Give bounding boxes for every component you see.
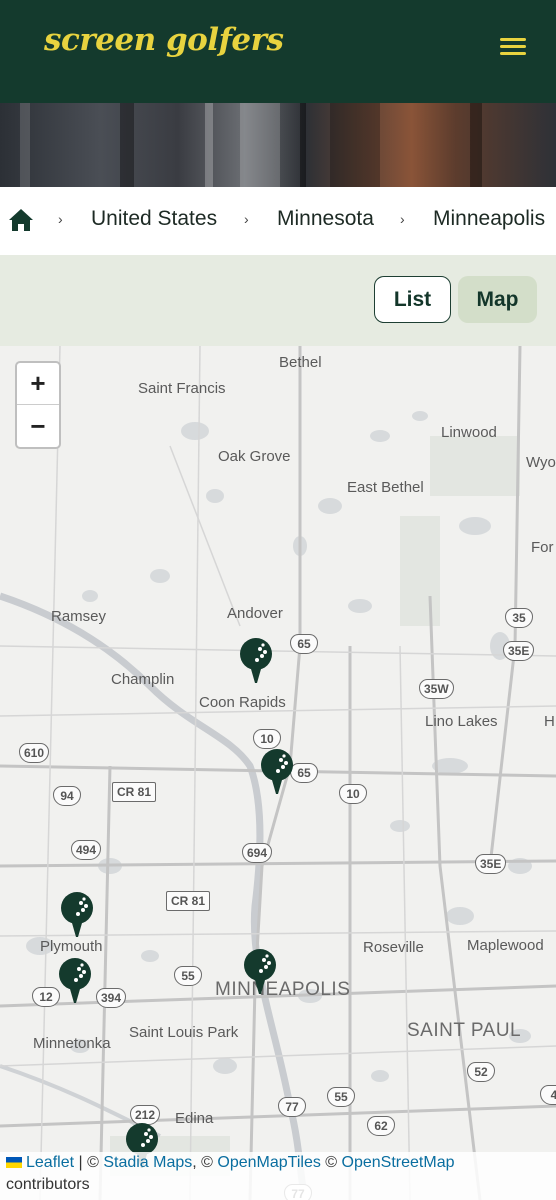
attribution-separator: | ©	[74, 1154, 104, 1171]
golf-ball-tee-icon[interactable]	[259, 749, 295, 797]
road-shield: 10	[339, 784, 367, 804]
road-shield: 55	[327, 1087, 355, 1107]
openstreetmap-link[interactable]: OpenStreetMap	[342, 1154, 455, 1171]
map-label-lino-lakes: Lino Lakes	[425, 713, 498, 730]
road-shield: 12	[32, 987, 60, 1007]
road-shield: 35	[505, 608, 533, 628]
zoom-out-button[interactable]: −	[17, 405, 59, 447]
road-shield: 52	[467, 1062, 495, 1082]
map-label-roseville: Roseville	[363, 939, 424, 956]
map-label-andover: Andover	[227, 605, 283, 622]
hamburger-menu-icon[interactable]	[500, 36, 528, 58]
map-label-coon-rapids: Coon Rapids	[199, 694, 286, 711]
map-attribution: Leaflet | © Stadia Maps, © OpenMapTiles …	[0, 1152, 556, 1200]
openmaptiles-link[interactable]: OpenMapTiles	[217, 1154, 320, 1171]
road-shield: 77	[278, 1097, 306, 1117]
breadcrumb-separator: ›	[400, 211, 405, 227]
map-zoom-control: + −	[15, 361, 61, 449]
road-shield: 212	[130, 1105, 161, 1125]
map-label-saint-francis: Saint Francis	[138, 380, 226, 397]
zoom-in-button[interactable]: +	[17, 363, 59, 405]
road-shield: 65	[290, 634, 318, 654]
breadcrumb-separator: ›	[244, 211, 249, 227]
road-shield: 55	[174, 966, 202, 986]
road-shield: CR 81	[112, 782, 157, 802]
map-label-edina: Edina	[175, 1110, 214, 1127]
map-label-oak-grove: Oak Grove	[218, 448, 291, 465]
map-label-bethel: Bethel	[279, 354, 322, 371]
view-toggle-bar: List Map	[0, 255, 556, 346]
road-shield: 610	[19, 743, 50, 763]
golf-ball-tee-icon[interactable]	[57, 958, 93, 1006]
ukraine-flag-icon	[6, 1157, 22, 1168]
road-shield: 10	[253, 729, 281, 749]
list-view-button[interactable]: List	[374, 276, 451, 323]
site-header: screen golfers	[0, 0, 556, 103]
golf-ball-tee-icon[interactable]	[59, 892, 95, 940]
leaflet-link[interactable]: Leaflet	[26, 1154, 74, 1171]
breadcrumb-minneapolis[interactable]: Minneapolis	[433, 207, 545, 231]
road-shield: 35W	[419, 679, 454, 699]
breadcrumb: › United States › Minnesota › Minneapoli…	[0, 187, 556, 255]
site-logo[interactable]: screen golfers	[44, 22, 284, 58]
hero-banner-image	[0, 103, 556, 187]
map-label-plymouth: Plymouth	[40, 938, 103, 955]
road-shield: 94	[53, 786, 81, 806]
road-shield: 494	[71, 840, 102, 860]
home-icon[interactable]	[8, 208, 34, 232]
map-view[interactable]: Bethel Saint Francis Oak Grove Linwood W…	[0, 346, 556, 1200]
map-label-for: For	[531, 539, 554, 556]
road-shield: 694	[242, 843, 273, 863]
road-shield: CR 81	[166, 891, 211, 911]
map-label-wyo: Wyo	[526, 454, 556, 471]
attribution-contributors: contributors	[6, 1176, 90, 1193]
map-label-ramsey: Ramsey	[51, 608, 107, 625]
map-label-maplewood: Maplewood	[467, 937, 544, 954]
breadcrumb-separator: ›	[58, 211, 63, 227]
map-label-minneapolis: MINNEAPOLIS	[215, 979, 351, 1000]
map-view-button[interactable]: Map	[458, 276, 537, 323]
golf-ball-tee-icon[interactable]	[238, 638, 274, 686]
map-label-saint-paul: SAINT PAUL	[407, 1020, 522, 1041]
road-shield: 35E	[475, 854, 507, 874]
attribution-separator: ©	[320, 1154, 342, 1171]
breadcrumb-united-states[interactable]: United States	[91, 207, 217, 231]
map-label-linwood: Linwood	[441, 424, 497, 441]
map-label-h: H	[544, 713, 555, 730]
road-shield: 394	[96, 988, 127, 1008]
breadcrumb-minnesota[interactable]: Minnesota	[277, 207, 374, 231]
attribution-separator: , ©	[192, 1154, 218, 1171]
road-shield: 62	[367, 1116, 395, 1136]
golf-ball-tee-icon[interactable]	[242, 949, 278, 997]
map-label-champlin: Champlin	[111, 671, 175, 688]
stadia-maps-link[interactable]: Stadia Maps	[103, 1154, 192, 1171]
road-shield: 35E	[503, 641, 535, 661]
map-label-minnetonka: Minnetonka	[33, 1035, 111, 1052]
map-label-saint-louis-park: Saint Louis Park	[129, 1024, 239, 1041]
map-label-east-bethel: East Bethel	[347, 479, 424, 496]
